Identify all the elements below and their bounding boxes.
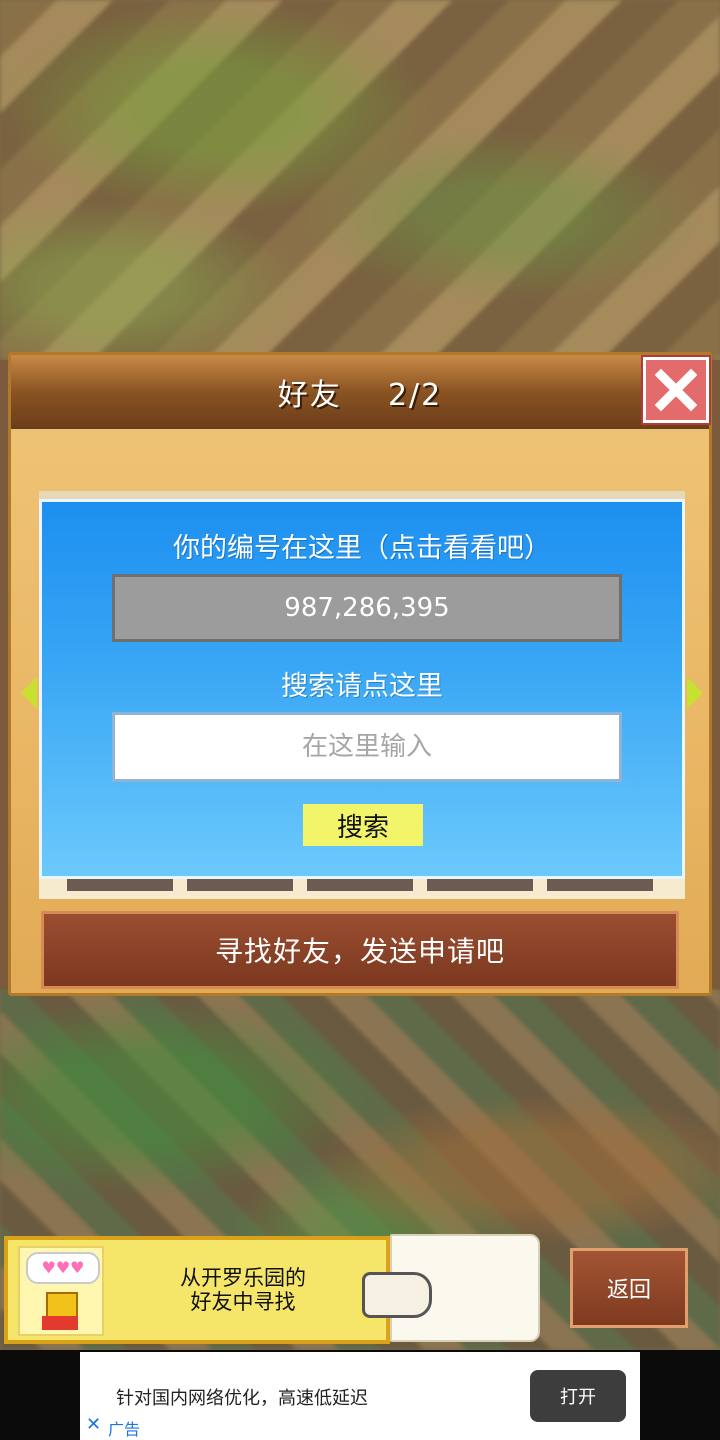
strip-segment [67,879,173,891]
search-label: 搜索请点这里 [281,671,443,702]
hearts-bubble: ♥♥♥ [26,1252,100,1284]
dialog-title-text: 好友 [277,378,342,413]
ad-text: 针对国内网络优化，高速低延迟 [116,1388,368,1409]
panel-bottom-strip [39,879,685,899]
find-friends-button[interactable]: 寻找好友，发送申请吧 [41,911,679,989]
page-indicator: 2/2 [387,378,443,413]
next-page-arrow-icon[interactable] [687,677,703,709]
close-icon [654,368,698,412]
friend-search-panel: 你的编号在这里（点击看看吧） 987,286,395 搜索请点这里 搜索 [39,499,685,879]
strip-segment [547,879,653,891]
prev-page-arrow-icon[interactable] [21,677,37,709]
close-button[interactable] [643,357,709,423]
promo-line-2: 好友中寻找 [190,1290,296,1314]
search-button[interactable]: 搜索 [303,804,423,846]
friends-dialog: 好友 2/2 你的编号在这里（点击看看吧） 987,286,395 搜索请点这里… [8,352,712,996]
panel-top-strip [39,491,685,499]
promo-line-1: 从开罗乐园的 [180,1266,306,1290]
back-button[interactable]: 返回 [570,1248,688,1328]
dialog-header: 好友 2/2 [11,355,709,432]
ad-banner[interactable]: 针对国内网络优化，高速低延迟 打开 ✕ 广告 [80,1352,640,1440]
id-label: 你的编号在这里（点击看看吧） [173,533,551,564]
promo-text: 从开罗乐园的 好友中寻找 [128,1266,358,1314]
strip-segment [427,879,533,891]
dialog-title: 好友 2/2 [278,370,442,414]
my-id-box[interactable]: 987,286,395 [112,574,622,642]
robot-head [46,1292,78,1318]
strip-segment [307,879,413,891]
robot-body [42,1316,78,1330]
pointing-hand-icon [362,1272,432,1318]
friend-id-search-input[interactable] [112,712,622,782]
strip-segment [187,879,293,891]
ad-close-icon[interactable]: ✕ [86,1414,101,1435]
ad-tag: 广告 [108,1420,141,1439]
game-background-top [0,0,720,360]
kairo-friends-promo-button[interactable]: ♥♥♥ 从开罗乐园的 好友中寻找 [4,1236,390,1344]
ad-open-button[interactable]: 打开 [530,1370,626,1422]
robot-character-icon: ♥♥♥ [18,1246,104,1336]
